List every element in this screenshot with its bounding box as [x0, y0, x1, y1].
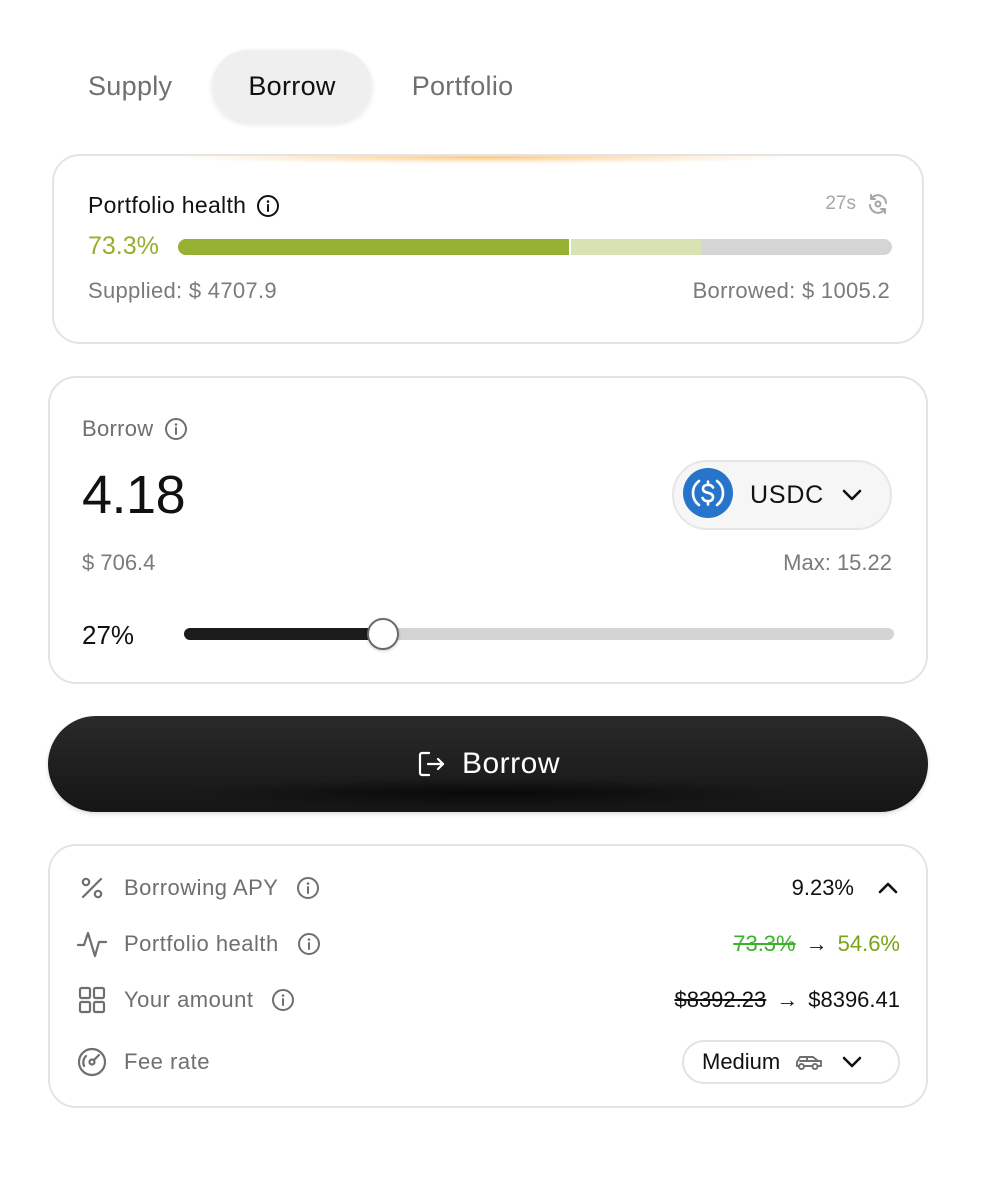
amount-slider[interactable] [184, 618, 894, 650]
chevron-down-icon [840, 483, 864, 507]
your-amount-row: Your amount $8392.23 → $8396.41 [76, 980, 900, 1020]
chevron-up-icon[interactable] [876, 876, 900, 900]
borrowing-apy-row: Borrowing APY 9.23% [76, 868, 900, 908]
fee-rate-row: Fee rate Medium [76, 1040, 900, 1084]
slider-fill [184, 628, 383, 640]
arrow-right-icon: → [776, 987, 799, 1012]
chevron-down-icon [840, 1050, 864, 1074]
portfolio-health-row-label: Portfolio health [124, 931, 279, 956]
portfolio-health-row: Portfolio health 73.3% → 54.6% [76, 924, 900, 964]
grid-icon [76, 984, 108, 1016]
info-icon[interactable] [271, 988, 295, 1012]
borrow-input-card: Borrow 4.18 USDC $ 706.4 Max: 15.22 27% [48, 376, 928, 684]
arrow-right-icon: → [805, 931, 828, 956]
health-old-value: 73.3% [733, 931, 796, 956]
refresh-icon[interactable] [866, 192, 890, 216]
health-bar-previous [569, 239, 702, 255]
refresh-timer[interactable]: 27s [825, 192, 890, 216]
portfolio-health-change: 73.3% → 54.6% [733, 931, 900, 957]
fee-rate-value-group: Medium [682, 1040, 900, 1084]
fee-rate-label: Fee rate [124, 1049, 210, 1074]
refresh-countdown: 27s [825, 193, 856, 214]
slider-handle[interactable] [366, 618, 399, 650]
borrow-title: Borrow [82, 416, 188, 442]
health-percent: 73.3% [88, 232, 159, 260]
health-new-value: 54.6% [837, 931, 900, 956]
info-icon[interactable] [296, 876, 320, 900]
info-icon[interactable] [297, 932, 321, 956]
fee-rate-select[interactable]: Medium [682, 1040, 900, 1084]
borrow-button-label: Borrow [461, 747, 561, 780]
token-select[interactable]: USDC [672, 460, 892, 530]
portfolio-health-label: Portfolio health [88, 192, 247, 218]
info-icon[interactable] [256, 194, 280, 218]
tab-portfolio[interactable]: Portfolio [376, 50, 550, 122]
your-amount-change: $8392.23 → $8396.41 [674, 987, 900, 1013]
usdc-coin-icon [682, 467, 734, 524]
token-symbol: USDC [750, 480, 825, 509]
borrow-button[interactable]: Borrow [48, 716, 928, 812]
amount-new-value: $8396.41 [808, 987, 900, 1012]
supplied-amount: Supplied: $ 4707.9 [88, 278, 277, 303]
max-button[interactable]: Max: 15.22 [783, 550, 892, 576]
health-bar [178, 239, 892, 255]
tab-bar: Supply Borrow Portfolio [52, 50, 549, 122]
health-bar-fill [178, 239, 570, 255]
fee-rate-value: Medium [702, 1049, 781, 1074]
activity-icon [76, 928, 108, 960]
info-icon[interactable] [164, 417, 188, 441]
borrowing-apy-value: 9.23% [791, 875, 854, 900]
button-shade [178, 778, 798, 808]
borrow-label: Borrow [82, 416, 154, 441]
portfolio-health-card: Portfolio health 27s 73.3% Supplied: $ 4… [52, 154, 924, 344]
borrowed-amount: Borrowed: $ 1005.2 [692, 278, 890, 303]
usd-value: $ 706.4 [82, 550, 156, 575]
gauge-icon [76, 1046, 108, 1078]
health-glow [174, 156, 794, 164]
borrow-amount-input[interactable]: 4.18 [82, 464, 186, 526]
tab-borrow[interactable]: Borrow [212, 50, 372, 122]
details-card: Borrowing APY 9.23% Portfolio health 73.… [48, 844, 928, 1108]
amount-old-value: $8392.23 [674, 987, 767, 1012]
percent-icon [76, 872, 108, 904]
exit-arrow-icon [416, 748, 448, 780]
slider-percent: 27% [82, 620, 135, 650]
borrowing-apy-value-group: 9.23% [792, 875, 900, 901]
tab-supply[interactable]: Supply [52, 50, 208, 122]
your-amount-label: Your amount [124, 987, 254, 1012]
portfolio-health-title: Portfolio health [88, 192, 280, 219]
borrowing-apy-label: Borrowing APY [124, 875, 279, 900]
car-icon [794, 1051, 824, 1073]
